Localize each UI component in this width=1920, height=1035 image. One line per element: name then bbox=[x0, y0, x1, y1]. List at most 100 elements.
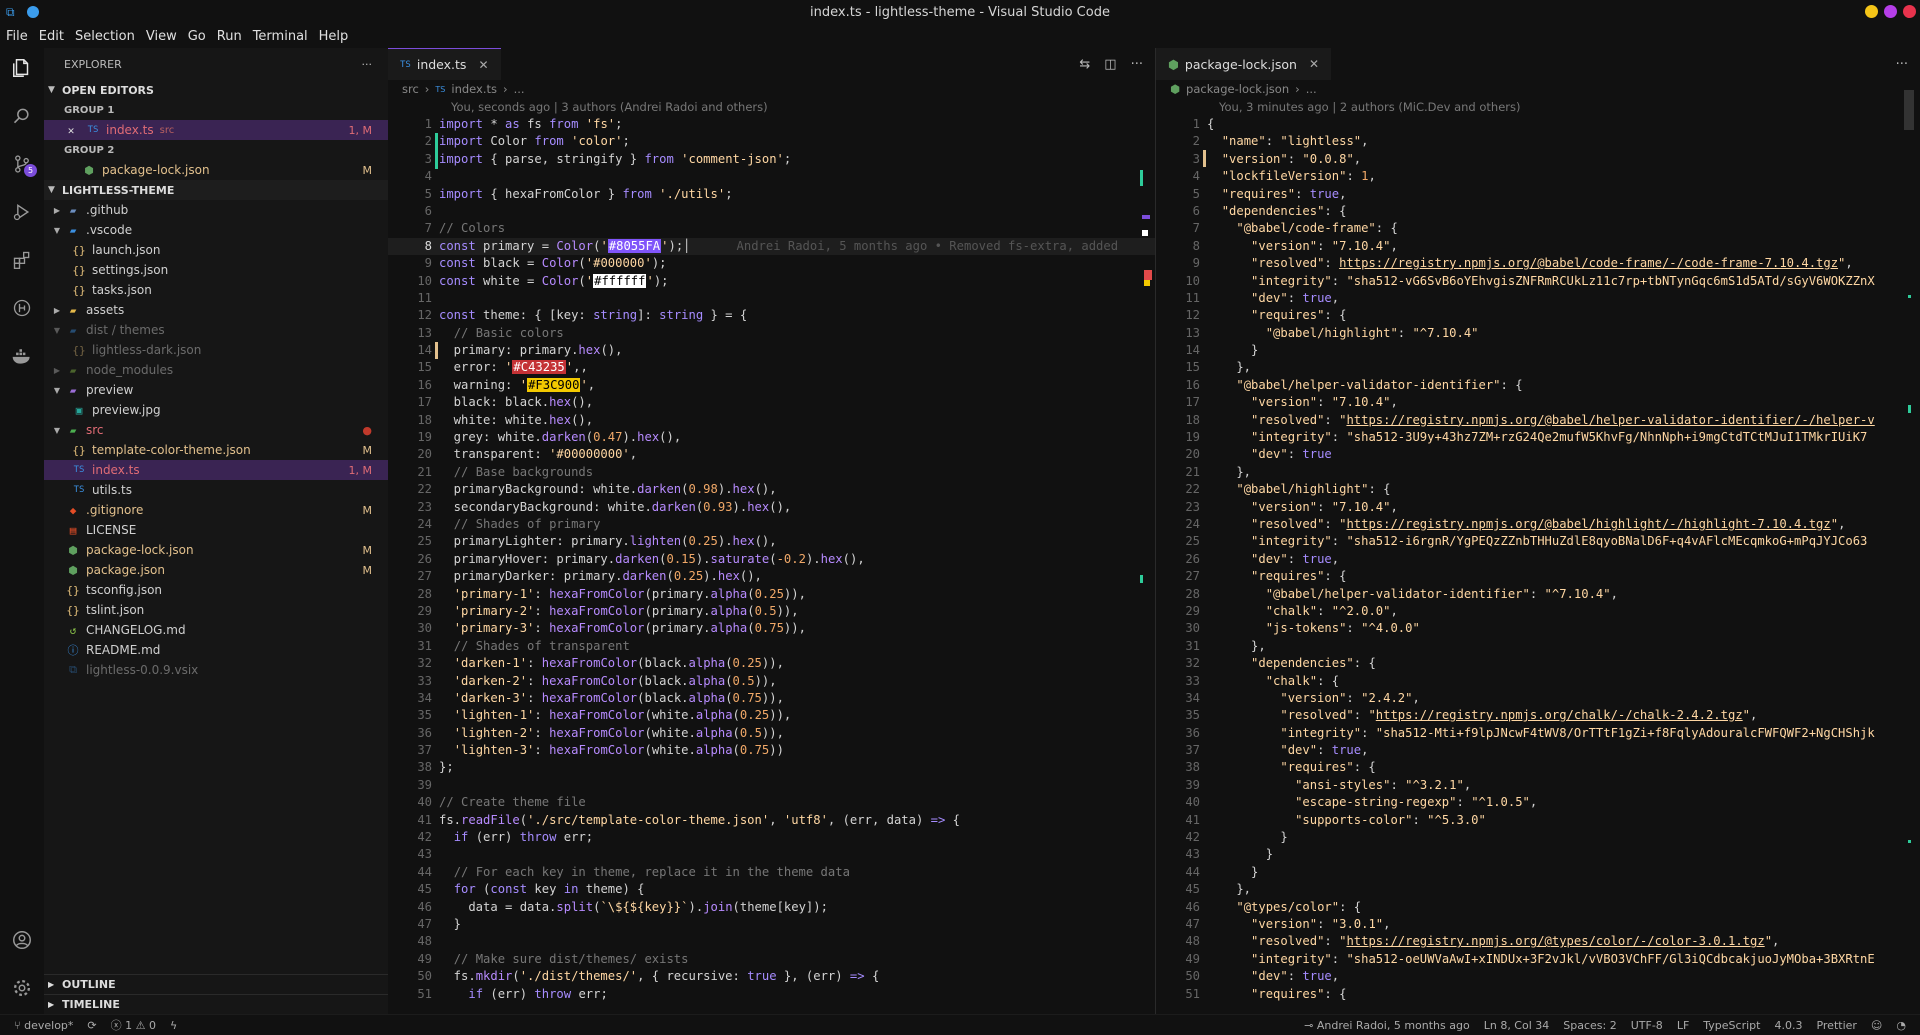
maximize-button[interactable] bbox=[1884, 5, 1897, 18]
explorer-icon[interactable] bbox=[0, 48, 44, 88]
breadcrumb-file[interactable]: index.ts bbox=[451, 82, 497, 96]
more-actions-icon[interactable]: ··· bbox=[1131, 57, 1143, 72]
menu-go[interactable]: Go bbox=[188, 29, 206, 44]
breadcrumb-file[interactable]: package-lock.json bbox=[1186, 82, 1289, 96]
settings-gear-icon[interactable] bbox=[0, 968, 44, 1008]
info-file-icon: ⓘ bbox=[67, 644, 79, 657]
problems-status[interactable]: ⓧ 1 ⚠ 0 bbox=[111, 1017, 156, 1033]
tree-file-package-json[interactable]: ⬢ package.json M bbox=[44, 560, 388, 580]
blame-status[interactable]: ⊸ Andrei Radoi, 5 months ago bbox=[1304, 1019, 1470, 1032]
notifications-bell-icon[interactable]: ◔ bbox=[1896, 1019, 1906, 1032]
project-section[interactable]: ▼ LIGHTLESS-THEME bbox=[44, 180, 388, 200]
more-actions-icon[interactable]: ··· bbox=[362, 58, 373, 71]
tree-folder-preview[interactable]: ▼ ▰ preview bbox=[44, 380, 388, 400]
npm-file-icon: ⬢ bbox=[1170, 82, 1181, 96]
code-line: 12 const theme: { [key: string]: string }… bbox=[417, 308, 748, 323]
tree-folder-github[interactable]: ▶ ▰ .github bbox=[44, 200, 388, 220]
code-line: 1 import * as fs from 'fs'; bbox=[424, 117, 623, 131]
minimize-button[interactable] bbox=[1865, 5, 1878, 18]
indentation-status[interactable]: Spaces: 2 bbox=[1563, 1019, 1616, 1032]
breadcrumb-symbol[interactable]: ... bbox=[514, 82, 525, 96]
tree-file-vsix[interactable]: ⧉ lightless-0.0.9.vsix bbox=[44, 660, 388, 680]
npm-file-icon: ⬢ bbox=[68, 563, 78, 577]
tree-file-tasks[interactable]: {} tasks.json bbox=[44, 280, 388, 300]
code-line: 33 'darken-2': hexaFromColor(black.alpha… bbox=[417, 673, 777, 688]
menu-file[interactable]: File bbox=[6, 29, 28, 44]
git-graph-icon[interactable] bbox=[0, 288, 44, 328]
tree-file-utils-ts[interactable]: TS utils.ts bbox=[44, 480, 388, 500]
codelens-blame[interactable]: You, seconds ago | 3 authors (Andrei Rad… bbox=[388, 98, 1155, 116]
breadcrumb-src[interactable]: src bbox=[402, 82, 419, 96]
close-icon[interactable]: ✕ bbox=[62, 124, 80, 137]
code-line: 35 "resolved": "https://registry.npmjs.o… bbox=[1185, 708, 1758, 723]
menu-run[interactable]: Run bbox=[217, 29, 242, 44]
tab-package-lock[interactable]: ⬢ package-lock.json ✕ bbox=[1156, 48, 1332, 80]
json-editor[interactable]: 1{ 2 "name": "lightless", 3 "version": "… bbox=[1156, 116, 1908, 1003]
code-line: 3 import { parse, stringify } from 'comme… bbox=[424, 151, 792, 166]
tree-folder-node-modules[interactable]: ▶ ▰ node_modules bbox=[44, 360, 388, 380]
tree-file-changelog[interactable]: ↺ CHANGELOG.md bbox=[44, 620, 388, 640]
source-control-icon[interactable]: 5 bbox=[0, 144, 44, 184]
folder-icon: ▰ bbox=[69, 303, 77, 317]
code-line: 17 "version": "7.10.4", bbox=[1185, 395, 1398, 410]
lightning-icon[interactable]: ϟ bbox=[170, 1019, 177, 1032]
tree-folder-dist-themes[interactable]: ▼ ▰ dist / themes bbox=[44, 320, 388, 340]
menu-help[interactable]: Help bbox=[319, 29, 349, 44]
prettier-status[interactable]: Prettier bbox=[1816, 1019, 1856, 1032]
outline-section[interactable]: ▶ OUTLINE bbox=[44, 974, 388, 994]
open-editors-section[interactable]: ▼ OPEN EDITORS bbox=[44, 80, 388, 100]
menu-edit[interactable]: Edit bbox=[39, 29, 64, 44]
tree-file-lightless-dark[interactable]: {} lightless-dark.json bbox=[44, 340, 388, 360]
json-file-icon: {} bbox=[72, 343, 86, 357]
menu-view[interactable]: View bbox=[146, 29, 177, 44]
split-editor-icon[interactable]: ◫ bbox=[1104, 57, 1116, 72]
tree-file-preview-jpg[interactable]: ▣ preview.jpg bbox=[44, 400, 388, 420]
more-actions-icon[interactable]: ··· bbox=[1896, 57, 1908, 72]
code-line: 31 // Shades of transparent bbox=[417, 638, 630, 653]
timeline-section[interactable]: ▶ TIMELINE bbox=[44, 994, 388, 1014]
code-line: 24 // Shades of primary bbox=[417, 516, 601, 531]
tree-folder-assets[interactable]: ▶ ▰ assets bbox=[44, 300, 388, 320]
tree-file-gitignore[interactable]: ◆ .gitignore M bbox=[44, 500, 388, 520]
tree-file-settings[interactable]: {} settings.json bbox=[44, 260, 388, 280]
tree-file-license[interactable]: ▤ LICENSE bbox=[44, 520, 388, 540]
codelens-blame[interactable]: You, 3 minutes ago | 2 authors (MiC.Dev … bbox=[1156, 98, 1920, 116]
tree-file-launch[interactable]: {} launch.json bbox=[44, 240, 388, 260]
code-line: 27 primaryDarker: primary.darken(0.25).h… bbox=[417, 569, 762, 584]
tree-file-readme[interactable]: ⓘ README.md bbox=[44, 640, 388, 660]
breadcrumb-symbol[interactable]: ... bbox=[1306, 82, 1317, 96]
run-debug-icon[interactable] bbox=[0, 192, 44, 232]
close-tab-icon[interactable]: ✕ bbox=[478, 58, 488, 72]
tree-file-tsconfig[interactable]: {} tsconfig.json bbox=[44, 580, 388, 600]
open-editor-index-ts[interactable]: ✕ TS index.ts src 1, M bbox=[44, 120, 388, 140]
code-editor[interactable]: 1 import * as fs from 'fs'; 2 import Color… bbox=[388, 116, 1155, 1003]
close-button[interactable] bbox=[1903, 5, 1916, 18]
close-tab-icon[interactable]: ✕ bbox=[1309, 57, 1319, 71]
search-icon[interactable] bbox=[0, 96, 44, 136]
docker-icon[interactable] bbox=[0, 336, 44, 376]
language-mode[interactable]: TypeScript bbox=[1703, 1019, 1760, 1032]
menu-terminal[interactable]: Terminal bbox=[253, 29, 308, 44]
open-editor-package-lock[interactable]: ⬢ package-lock.json M bbox=[44, 160, 388, 180]
accounts-icon[interactable] bbox=[0, 920, 44, 960]
code-line: 37 'lighten-3': hexaFromColor(white.alph… bbox=[417, 743, 784, 758]
extensions-icon[interactable] bbox=[0, 240, 44, 280]
menu-selection[interactable]: Selection bbox=[75, 29, 135, 44]
code-line: 38}; bbox=[417, 760, 454, 775]
tab-index-ts[interactable]: TS index.ts ✕ bbox=[388, 48, 501, 80]
tree-folder-src[interactable]: ▼ ▰ src ● bbox=[44, 420, 388, 440]
open-changes-icon[interactable]: ⇆ bbox=[1079, 57, 1090, 72]
feedback-icon[interactable]: ☺ bbox=[1871, 1019, 1882, 1032]
tree-file-tslint[interactable]: {} tslint.json bbox=[44, 600, 388, 620]
tree-file-index-ts[interactable]: TS index.ts 1, M bbox=[44, 460, 388, 480]
tree-file-template-color-theme[interactable]: {} template-color-theme.json M bbox=[44, 440, 388, 460]
branch-status[interactable]: ⑂ develop* bbox=[14, 1019, 73, 1032]
tree-folder-vscode[interactable]: ▼ ▰ .vscode bbox=[44, 220, 388, 240]
sync-icon[interactable]: ⟳ bbox=[87, 1019, 96, 1032]
cursor-position[interactable]: Ln 8, Col 34 bbox=[1484, 1019, 1550, 1032]
ts-version[interactable]: 4.0.3 bbox=[1774, 1019, 1802, 1032]
tree-file-package-lock[interactable]: ⬢ package-lock.json M bbox=[44, 540, 388, 560]
encoding-status[interactable]: UTF-8 bbox=[1631, 1019, 1663, 1032]
eol-status[interactable]: LF bbox=[1677, 1019, 1689, 1032]
code-line: 20 transparent: '#00000000', bbox=[417, 447, 638, 462]
